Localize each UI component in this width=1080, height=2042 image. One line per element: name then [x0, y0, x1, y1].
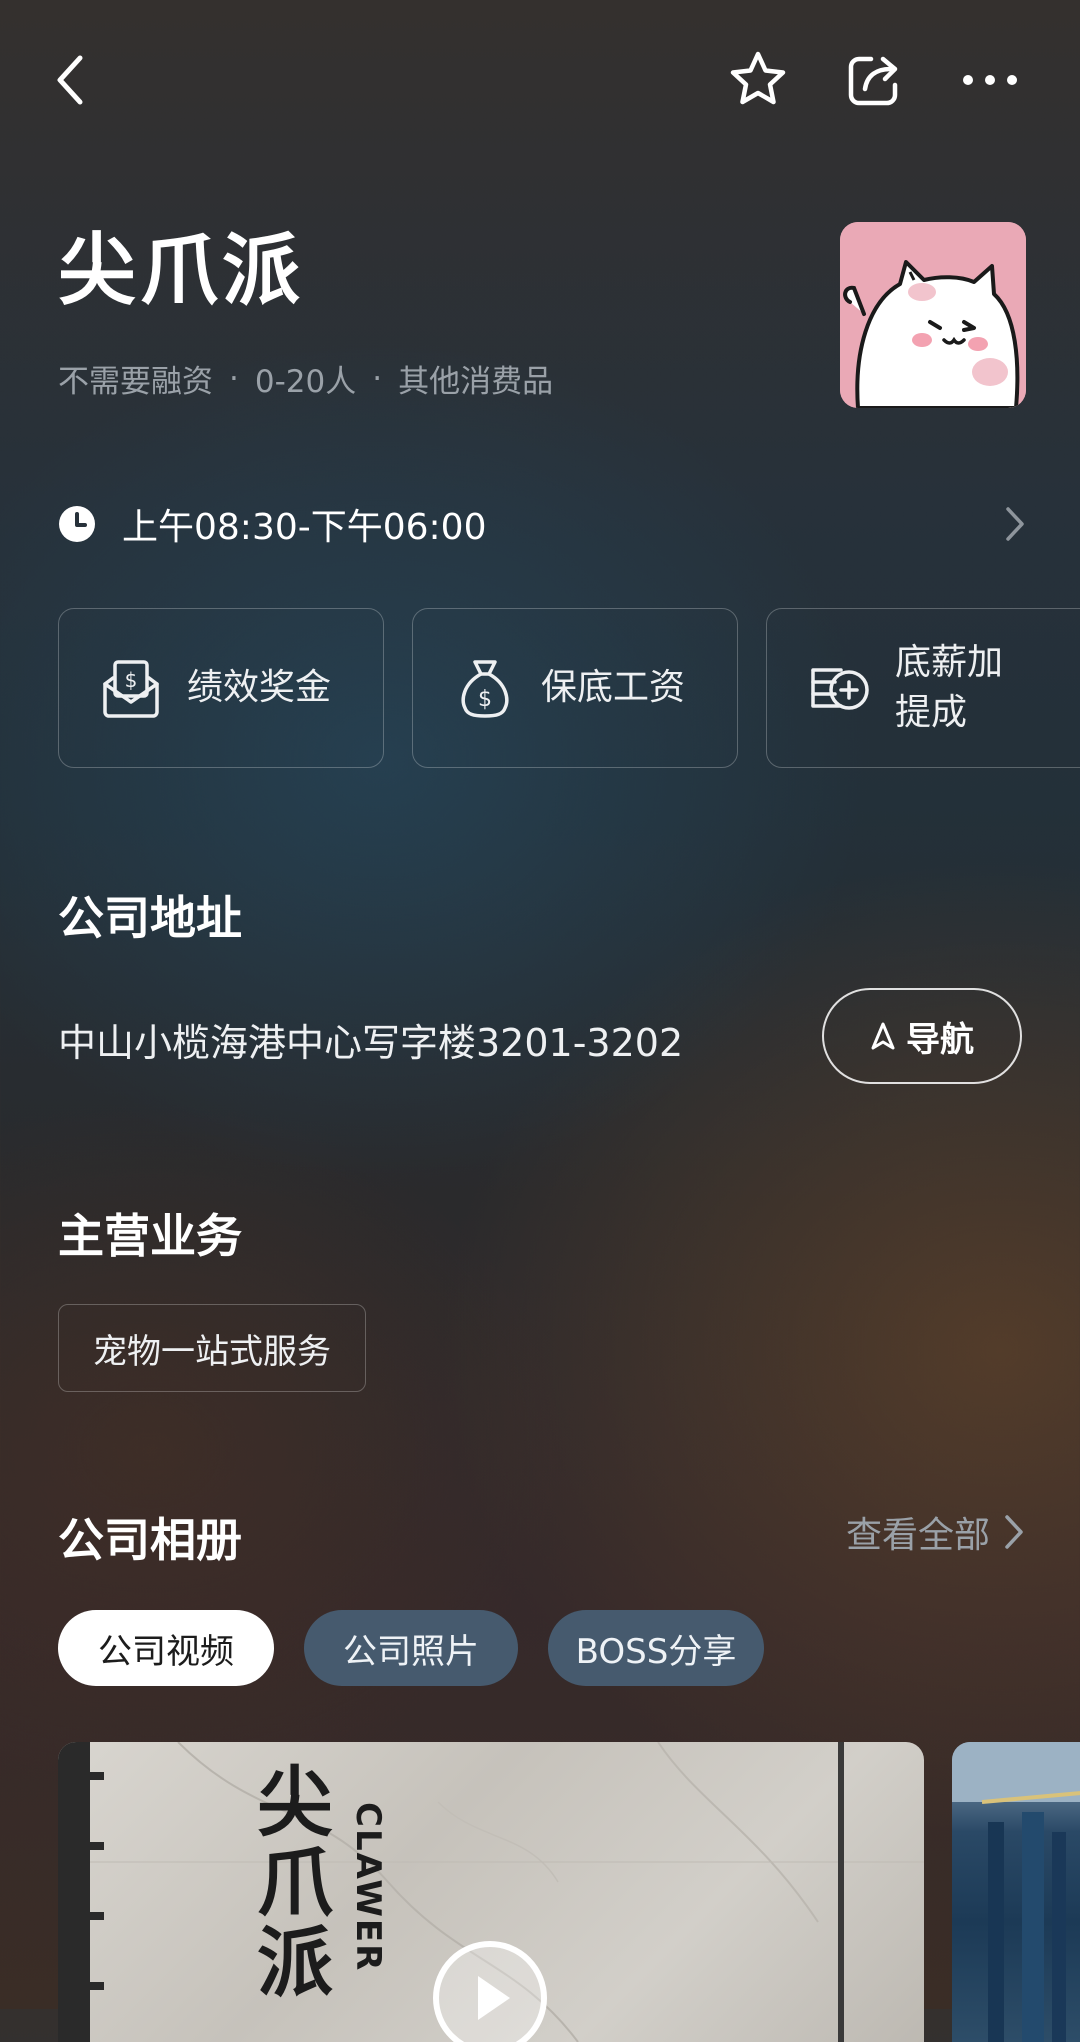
business-tag: 宠物一站式服务	[58, 1304, 366, 1392]
meta-separator: ·	[229, 360, 239, 397]
svg-text:$: $	[125, 668, 138, 692]
benefit-label-line: 底薪加	[895, 642, 1004, 683]
meta-separator: ·	[372, 360, 383, 397]
cat-logo	[840, 222, 1026, 408]
company-address: 中山小榄海港中心写字楼3201-3202	[58, 1021, 684, 1065]
section-title-business: 主营业务	[58, 1209, 242, 1263]
company-logo[interactable]	[840, 222, 1026, 408]
navigation-arrow-icon	[871, 1022, 895, 1050]
navigate-button[interactable]: 导航	[822, 988, 1022, 1084]
navigate-label: 导航	[906, 1019, 974, 1060]
share-icon	[848, 56, 898, 106]
chevron-left-icon	[57, 55, 83, 105]
tab-company-photos[interactable]: 公司照片	[304, 1610, 518, 1686]
sign-subtext: CLAWER	[348, 1802, 388, 1973]
album-video-thumbnail[interactable]: 尖爪派 CLAWER	[58, 1742, 924, 2042]
chevron-right-icon	[1005, 1515, 1023, 1549]
benefit-base-salary[interactable]: $ 保底工资	[412, 608, 738, 768]
svg-text:$: $	[478, 687, 492, 712]
clock-icon	[59, 506, 95, 542]
chevron-right-icon	[1006, 507, 1024, 541]
benefit-label: 保底工资	[541, 667, 686, 708]
album-video-thumbnail[interactable]	[952, 1742, 1080, 2042]
benefit-commission[interactable]: 底薪加 提成	[766, 608, 1080, 768]
working-hours-row[interactable]: 上午08:30-下午06:00	[58, 498, 1026, 550]
room-image	[952, 1742, 1080, 2042]
benefit-label: 底薪加 提成	[895, 638, 1003, 738]
more-button[interactable]	[950, 40, 1030, 120]
benefit-label: 绩效奖金	[187, 667, 332, 708]
benefit-performance-bonus[interactable]: $ 绩效奖金	[58, 608, 384, 768]
coins-plus-icon	[807, 656, 871, 720]
share-button[interactable]	[834, 40, 914, 120]
money-bag-icon: $	[453, 656, 517, 720]
tab-company-video[interactable]: 公司视频	[58, 1610, 274, 1686]
benefit-label-line: 提成	[895, 692, 968, 733]
sign-text: 尖爪派	[244, 1762, 333, 2002]
company-size: 0-20人	[254, 364, 357, 400]
company-meta: 不需要融资 · 0-20人 · 其他消费品	[58, 356, 553, 401]
section-title-album: 公司相册	[58, 1513, 242, 1567]
star-outline-icon	[730, 51, 786, 105]
tab-boss-share[interactable]: BOSS分享	[548, 1610, 764, 1686]
more-dots-icon	[963, 75, 1017, 85]
bonus-envelope-icon: $	[99, 656, 163, 720]
view-all-label: 查看全部	[845, 1515, 990, 1556]
company-industry: 其他消费品	[398, 364, 554, 400]
financing-stage: 不需要融资	[58, 364, 213, 400]
company-name: 尖爪派	[58, 226, 305, 316]
back-button[interactable]	[30, 40, 110, 120]
working-hours-text: 上午08:30-下午06:00	[122, 507, 487, 548]
section-title-address: 公司地址	[58, 891, 242, 945]
play-icon[interactable]	[430, 1938, 550, 2042]
favorite-button[interactable]	[718, 40, 798, 120]
view-all-link[interactable]: 查看全部	[846, 1506, 1024, 1558]
